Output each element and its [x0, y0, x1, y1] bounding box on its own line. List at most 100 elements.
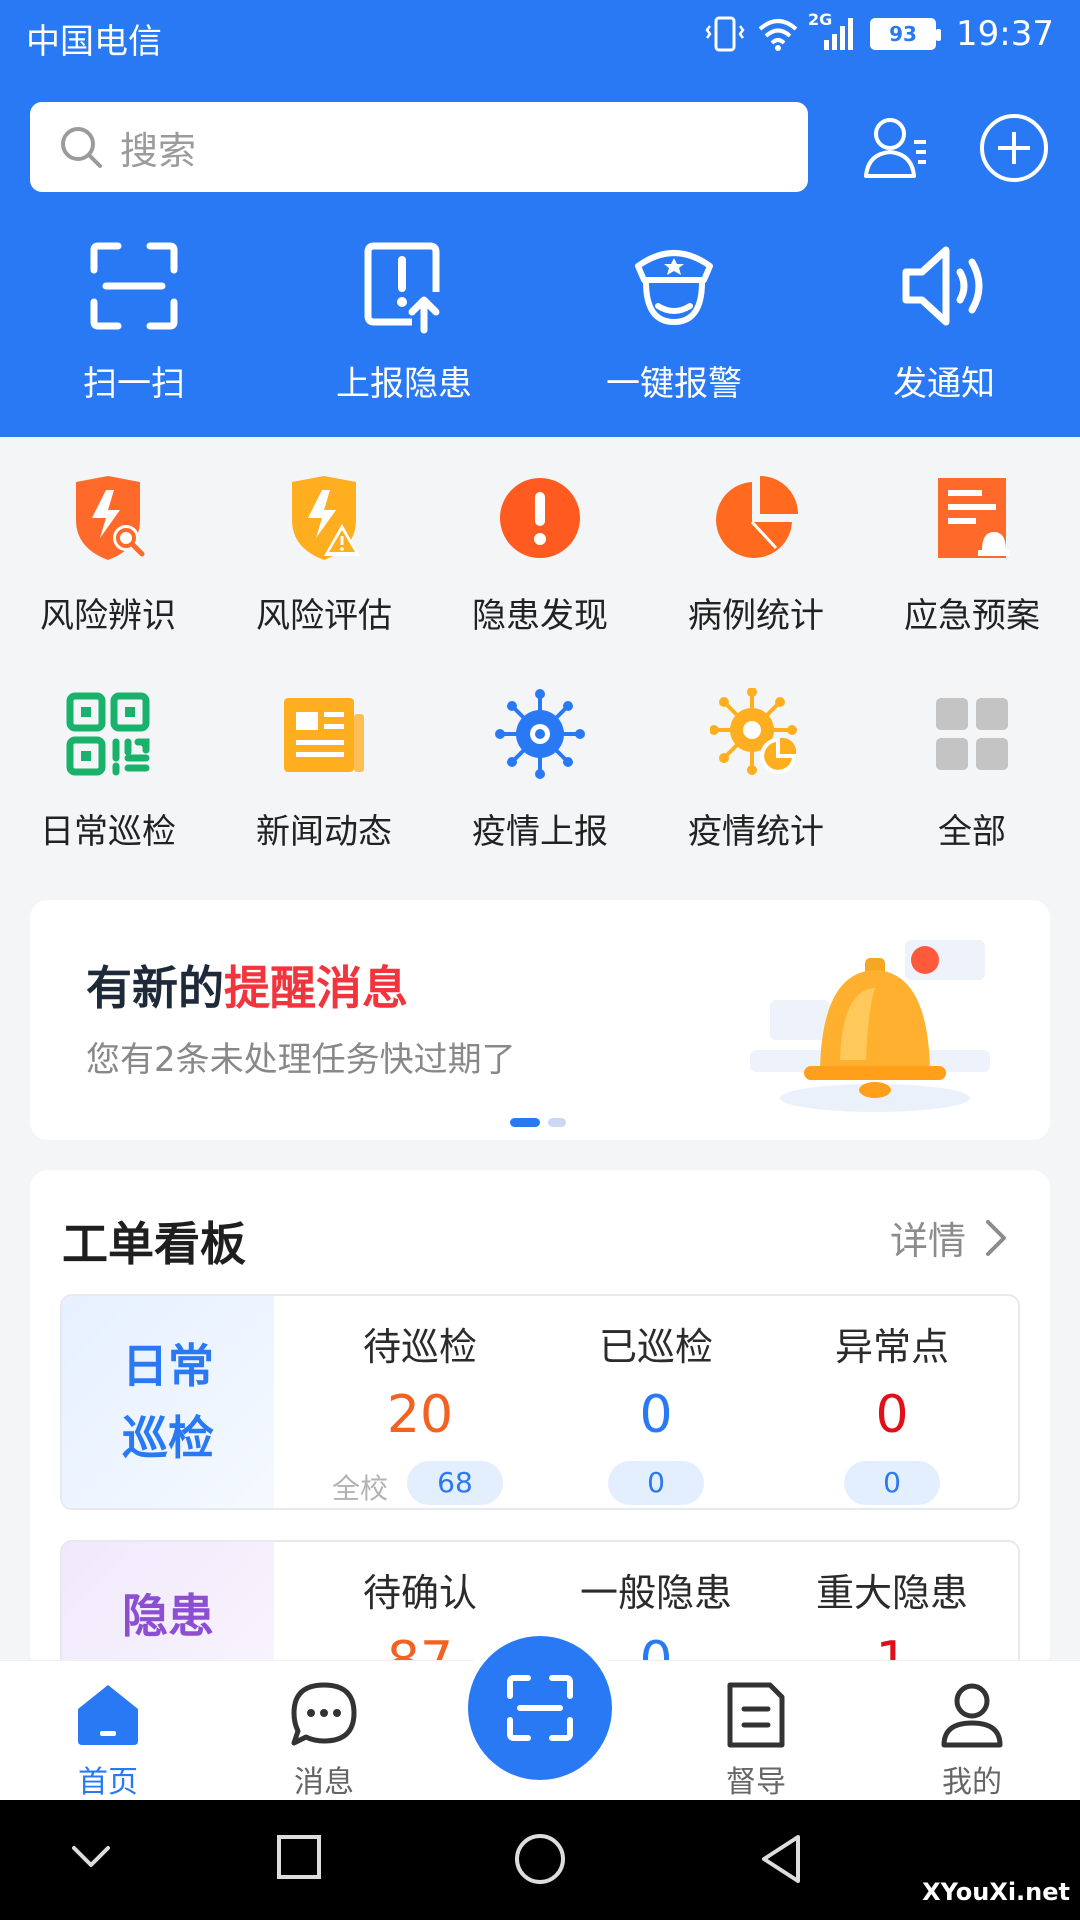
stat-header: 一般隐患: [579, 1571, 732, 1615]
grid-all[interactable]: 全部: [864, 688, 1080, 853]
work-order-board: 工单看板 详情 日常 巡检 待巡检 20 全校 68 已巡检 0 0 异常点 0…: [30, 1170, 1050, 1670]
bell-icon: [750, 940, 990, 1112]
scan-icon: [507, 1675, 573, 1741]
stat-major-hazards[interactable]: 重大隐患 1: [774, 1562, 1010, 1670]
virus-report-icon: [495, 689, 585, 779]
carrier-name: 中国电信: [26, 22, 162, 62]
profile-icon: [941, 1683, 1003, 1748]
stat-header: 重大隐患: [815, 1571, 968, 1615]
grid-hazard-discover[interactable]: 隐患发现: [432, 472, 648, 637]
banner-subtitle: 您有2条未处理任务快过期了: [86, 1040, 516, 1080]
system-nav-bar: XYouXi.net: [0, 1800, 1080, 1920]
vibrate-icon: [705, 16, 745, 52]
home-icon: [78, 1685, 138, 1745]
carousel-indicator: [510, 1118, 566, 1127]
quick-action-report-hazard[interactable]: 上报隐患: [294, 236, 514, 405]
network-type: 2G: [808, 10, 833, 29]
stat-sub-pill: 0: [608, 1461, 704, 1505]
watermark: XYouXi.net: [922, 1878, 1070, 1906]
wifi-icon: [758, 19, 798, 51]
add-icon[interactable]: [978, 112, 1050, 184]
stat-sub-row: 全校 68: [302, 1445, 538, 1505]
stat-header: 异常点: [834, 1325, 949, 1369]
board-row-daily-inspection[interactable]: 日常 巡检 待巡检 20 全校 68 已巡检 0 0 异常点 0 0: [60, 1294, 1020, 1510]
tab-messages[interactable]: 消息: [254, 1679, 394, 1801]
signal-icon: 2G: [808, 10, 858, 52]
quick-action-label: 一键报警: [606, 364, 742, 404]
stat-value: 0: [639, 1385, 673, 1445]
tab-profile[interactable]: 我的: [902, 1679, 1042, 1801]
stat-sub-label: 全校: [332, 1472, 389, 1505]
scan-icon: [90, 242, 178, 330]
row-category-line: 巡检: [122, 1411, 214, 1465]
battery-indicator: 93: [870, 18, 942, 50]
police-icon: [635, 250, 713, 326]
grid-news[interactable]: 新闻动态: [216, 688, 432, 853]
board-detail-label: 详情: [889, 1219, 966, 1263]
grid-emergency-plan[interactable]: 应急预案: [864, 472, 1080, 637]
home-nav-icon[interactable]: [513, 1832, 567, 1886]
grid-label: 新闻动态: [256, 812, 392, 852]
tab-home[interactable]: 首页: [38, 1679, 178, 1801]
grid-case-stats[interactable]: 病例统计: [648, 472, 864, 637]
grid-virus-stats[interactable]: 疫情统计: [648, 688, 864, 853]
quick-action-scan[interactable]: 扫一扫: [24, 236, 244, 405]
row-category-line: 隐患: [122, 1589, 214, 1643]
risk-assess-icon: [292, 476, 360, 560]
speaker-icon: [902, 246, 983, 326]
search-bar[interactable]: 搜索: [30, 102, 808, 192]
tab-label: 督导: [726, 1765, 786, 1800]
grid-label: 风险评估: [256, 596, 392, 636]
message-icon: [291, 1682, 357, 1746]
board-detail-link[interactable]: 详情: [890, 1210, 1008, 1265]
quick-action-notify[interactable]: 发通知: [834, 236, 1054, 405]
grid-label: 风险辨识: [40, 596, 176, 636]
search-placeholder: 搜索: [120, 128, 197, 173]
carousel-dot: [548, 1118, 566, 1127]
banner-title-prefix: 有新的: [86, 961, 224, 1015]
grid-label: 应急预案: [904, 596, 1040, 636]
stat-header: 已巡检: [598, 1325, 713, 1369]
stat-inspected[interactable]: 已巡检 0 0: [538, 1316, 774, 1505]
reminder-banner[interactable]: 有新的提醒消息 您有2条未处理任务快过期了: [30, 900, 1050, 1140]
status-icons: 2G 93 19:37: [704, 10, 1054, 54]
row-category-line: 日常: [122, 1339, 214, 1393]
hazard-discover-icon: [500, 478, 580, 558]
stat-sub-pill: 68: [407, 1461, 503, 1505]
top-header: 中国电信 2G 93 19:37 搜索 扫一扫 上报隐患 一键报警 发通知: [0, 0, 1080, 437]
search-icon: [61, 127, 102, 168]
supervise-icon: [727, 1682, 785, 1748]
grid-label: 疫情统计: [688, 812, 824, 852]
contacts-icon[interactable]: [860, 112, 932, 184]
grid-virus-report[interactable]: 疫情上报: [432, 688, 648, 853]
grid-risk-assess[interactable]: 风险评估: [216, 472, 432, 637]
recents-icon[interactable]: [274, 1832, 324, 1882]
clock: 19:37: [956, 14, 1054, 54]
quick-action-label: 扫一扫: [83, 364, 185, 404]
all-grid-icon: [936, 698, 1008, 770]
grid-label: 疫情上报: [472, 812, 608, 852]
row-category: 日常 巡检: [62, 1296, 274, 1508]
stat-abnormal-points[interactable]: 异常点 0 0: [774, 1316, 1010, 1505]
chevron-right-icon: [986, 1219, 1006, 1256]
qr-inspection-icon: [66, 692, 150, 776]
tab-label: 首页: [78, 1765, 138, 1800]
scan-fab-button[interactable]: [468, 1636, 612, 1780]
grid-label: 隐患发现: [472, 596, 608, 636]
grid-daily-inspection[interactable]: 日常巡检: [0, 688, 216, 853]
stat-pending-inspection[interactable]: 待巡检 20 全校 68: [302, 1316, 538, 1505]
chevron-down-icon[interactable]: [66, 1832, 116, 1882]
grid-label: 全部: [938, 812, 1006, 852]
stat-value: 0: [875, 1385, 909, 1445]
tab-supervise[interactable]: 督导: [686, 1679, 826, 1801]
quick-action-alarm[interactable]: 一键报警: [564, 236, 784, 405]
tab-label: 我的: [942, 1765, 1002, 1800]
grid-label: 病例统计: [688, 596, 824, 636]
banner-title: 有新的提醒消息: [86, 952, 408, 1018]
tab-label: 消息: [294, 1765, 354, 1800]
case-stats-icon: [716, 476, 798, 558]
back-icon[interactable]: [756, 1832, 806, 1886]
grid-risk-identify[interactable]: 风险辨识: [0, 472, 216, 637]
banner-title-highlight: 提醒消息: [224, 961, 408, 1015]
report-hazard-icon: [364, 242, 440, 334]
